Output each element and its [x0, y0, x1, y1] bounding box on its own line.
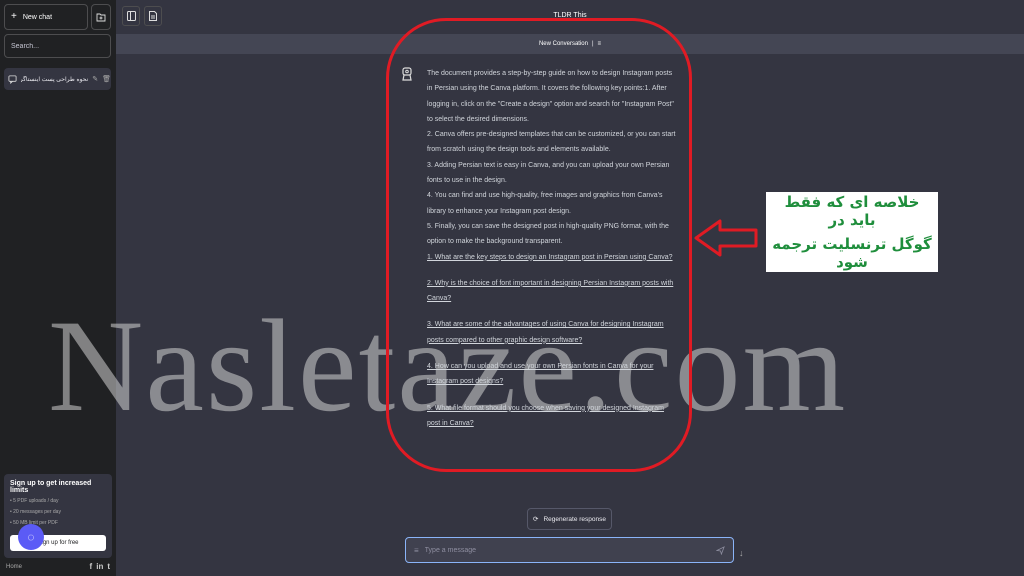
conversation-title: نحوه طراحی پست اینستاگرام فارسی با ... [21, 76, 89, 83]
refresh-icon: ⟳ [533, 516, 539, 523]
linkedin-icon[interactable]: in [96, 562, 103, 571]
trash-icon[interactable]: 🗑 [102, 75, 111, 83]
new-folder-button[interactable] [91, 4, 111, 30]
regenerate-button[interactable]: ⟳ Regenerate response [527, 508, 612, 530]
regenerate-label: Regenerate response [543, 515, 606, 523]
app-root: + New chat نحوه طراحی پست اینستاگرام فار… [0, 0, 1024, 576]
help-chat-icon[interactable]: ◌ [18, 524, 44, 550]
twitter-icon[interactable]: t [107, 562, 110, 571]
sidebar-conversation-item[interactable]: نحوه طراحی پست اینستاگرام فارسی با ... ✎… [4, 68, 111, 90]
annotation-callout: خلاصه ای که فقط باید در گوگل ترنسلیت ترج… [766, 192, 938, 272]
highlight-ring [386, 18, 692, 472]
edit-icon[interactable]: ✎ [92, 75, 98, 83]
scroll-down-icon[interactable]: ↓ [739, 548, 744, 558]
red-arrow-icon [694, 219, 758, 257]
upgrade-title: Sign up to get increased limits [10, 480, 92, 494]
annotation-line-1: خلاصه ای که فقط باید در [784, 193, 920, 229]
message-input[interactable] [424, 546, 710, 554]
message-composer: ≡ [405, 537, 734, 563]
chat-bubble-icon [8, 74, 17, 84]
folder-plus-icon [96, 13, 106, 22]
sidebar: + New chat نحوه طراحی پست اینستاگرام فار… [0, 0, 116, 576]
plus-icon: + [11, 11, 17, 22]
facebook-icon[interactable]: f [90, 562, 93, 571]
annotation-line-2: گوگل ترنسلیت ترجمه شود [772, 235, 932, 271]
new-chat-label: New chat [22, 13, 53, 21]
home-link[interactable]: Home [6, 564, 22, 570]
social-links: f in t [90, 562, 110, 571]
search-input[interactable] [4, 34, 111, 58]
list-icon[interactable]: ≡ [414, 546, 419, 555]
new-chat-button[interactable]: + New chat [4, 4, 88, 30]
upgrade-feature: 20 messages per day [10, 509, 106, 515]
upgrade-feature: 5 PDF uploads / day [10, 498, 106, 504]
sidebar-footer: Home f in t [6, 562, 110, 571]
send-icon[interactable] [716, 545, 725, 555]
